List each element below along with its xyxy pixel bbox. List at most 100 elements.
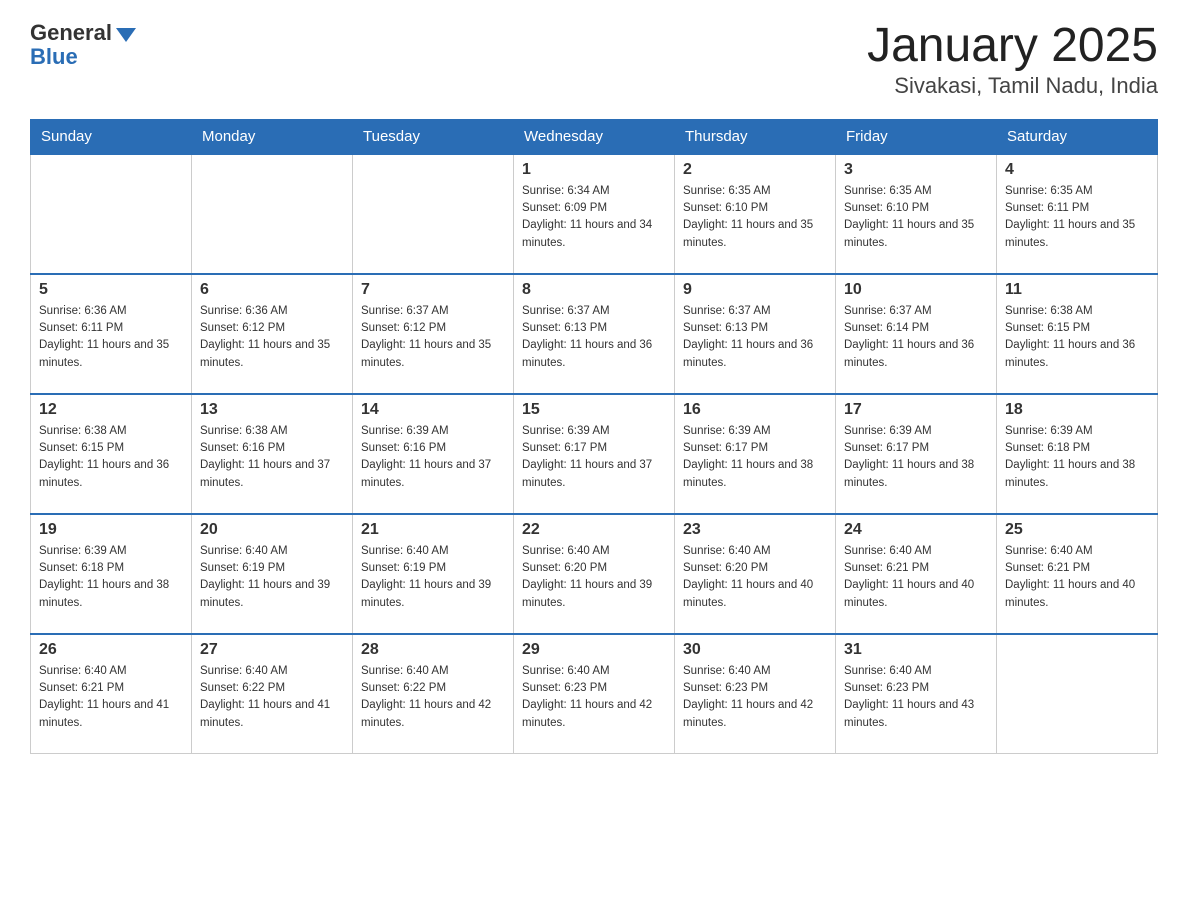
day-info: Sunrise: 6:40 AMSunset: 6:20 PMDaylight:…: [683, 543, 827, 612]
day-header-thursday: Thursday: [675, 119, 836, 154]
calendar-cell: 15 Sunrise: 6:39 AMSunset: 6:17 PMDayligh…: [514, 394, 675, 514]
calendar-cell: 18Sunrise: 6:39 AMSunset: 6:18 PMDayligh…: [997, 394, 1158, 514]
day-number: 15: [522, 401, 666, 419]
calendar-subtitle: Sivakasi, Tamil Nadu, India: [867, 73, 1158, 99]
calendar-cell: 2 Sunrise: 6:35 AMSunset: 6:10 PMDaylight…: [675, 154, 836, 274]
calendar-title: January 2025: [867, 20, 1158, 73]
day-number: 5: [39, 281, 183, 299]
day-info: Sunrise: 6:40 AMSunset: 6:23 PMDaylight:…: [683, 663, 827, 732]
day-info: Sunrise: 6:36 AMSunset: 6:11 PMDaylight:…: [39, 303, 183, 372]
calendar-cell: [997, 634, 1158, 754]
day-info: Sunrise: 6:34 AMSunset: 6:09 PMDaylight:…: [522, 183, 666, 252]
day-info: Sunrise: 6:40 AMSunset: 6:21 PMDaylight:…: [1005, 543, 1149, 612]
calendar-cell: 26Sunrise: 6:40 AMSunset: 6:21 PMDayligh…: [31, 634, 192, 754]
calendar-cell: 11Sunrise: 6:38 AMSunset: 6:15 PMDayligh…: [997, 274, 1158, 394]
calendar-cell: 24 Sunrise: 6:40 AMSunset: 6:21 PMDayligh…: [836, 514, 997, 634]
day-info: Sunrise: 6:39 AMSunset: 6:18 PMDaylight:…: [1005, 423, 1149, 492]
calendar-cell: 28 Sunrise: 6:40 AMSunset: 6:22 PMDayligh…: [353, 634, 514, 754]
calendar-cell: 9 Sunrise: 6:37 AMSunset: 6:13 PMDaylight…: [675, 274, 836, 394]
day-number: 28: [361, 641, 505, 659]
day-info: Sunrise: 6:36 AMSunset: 6:12 PMDaylight:…: [200, 303, 344, 372]
day-info: Sunrise: 6:35 AMSunset: 6:10 PMDaylight:…: [844, 183, 988, 252]
day-info: Sunrise: 6:40 AMSunset: 6:23 PMDaylight:…: [844, 663, 988, 732]
day-info: Sunrise: 6:40 AMSunset: 6:23 PMDaylight:…: [522, 663, 666, 732]
day-number: 17: [844, 401, 988, 419]
calendar-cell: [353, 154, 514, 274]
calendar-cell: 19 Sunrise: 6:39 AMSunset: 6:18 PMDayligh…: [31, 514, 192, 634]
calendar-cell: 30 Sunrise: 6:40 AMSunset: 6:23 PMDayligh…: [675, 634, 836, 754]
logo-arrow-icon: [116, 28, 136, 42]
day-number: 19: [39, 521, 183, 539]
calendar-cell: 7 Sunrise: 6:37 AMSunset: 6:12 PMDaylight…: [353, 274, 514, 394]
calendar-cell: 6 Sunrise: 6:36 AMSunset: 6:12 PMDaylight…: [192, 274, 353, 394]
day-info: Sunrise: 6:38 AMSunset: 6:15 PMDaylight:…: [39, 423, 183, 492]
day-info: Sunrise: 6:35 AMSunset: 6:10 PMDaylight:…: [683, 183, 827, 252]
calendar-cell: 23 Sunrise: 6:40 AMSunset: 6:20 PMDayligh…: [675, 514, 836, 634]
day-number: 11: [1005, 281, 1149, 299]
day-number: 29: [522, 641, 666, 659]
calendar-cell: 25 Sunrise: 6:40 AMSunset: 6:21 PMDayligh…: [997, 514, 1158, 634]
calendar-cell: 4Sunrise: 6:35 AMSunset: 6:11 PMDaylight…: [997, 154, 1158, 274]
day-number: 6: [200, 281, 344, 299]
day-info: Sunrise: 6:38 AMSunset: 6:16 PMDaylight:…: [200, 423, 344, 492]
calendar-cell: 5 Sunrise: 6:36 AMSunset: 6:11 PMDaylight…: [31, 274, 192, 394]
day-number: 23: [683, 521, 827, 539]
day-info: Sunrise: 6:37 AMSunset: 6:14 PMDaylight:…: [844, 303, 988, 372]
calendar-cell: 13 Sunrise: 6:38 AMSunset: 6:16 PMDayligh…: [192, 394, 353, 514]
day-number: 25: [1005, 521, 1149, 539]
day-number: 3: [844, 161, 988, 179]
day-info: Sunrise: 6:37 AMSunset: 6:12 PMDaylight:…: [361, 303, 505, 372]
day-info: Sunrise: 6:39 AMSunset: 6:17 PMDaylight:…: [522, 423, 666, 492]
calendar-cell: 21Sunrise: 6:40 AMSunset: 6:19 PMDayligh…: [353, 514, 514, 634]
day-info: Sunrise: 6:37 AMSunset: 6:13 PMDaylight:…: [683, 303, 827, 372]
day-number: 13: [200, 401, 344, 419]
calendar-body: 1 Sunrise: 6:34 AMSunset: 6:09 PMDaylight…: [31, 154, 1158, 754]
day-header-saturday: Saturday: [997, 119, 1158, 154]
calendar-cell: 12Sunrise: 6:38 AMSunset: 6:15 PMDayligh…: [31, 394, 192, 514]
calendar-cell: 16Sunrise: 6:39 AMSunset: 6:17 PMDayligh…: [675, 394, 836, 514]
day-number: 14: [361, 401, 505, 419]
day-info: Sunrise: 6:40 AMSunset: 6:22 PMDaylight:…: [200, 663, 344, 732]
calendar-cell: [31, 154, 192, 274]
logo-general-text: General: [30, 20, 112, 46]
calendar-cell: 10 Sunrise: 6:37 AMSunset: 6:14 PMDayligh…: [836, 274, 997, 394]
day-number: 20: [200, 521, 344, 539]
calendar-week-5: 26Sunrise: 6:40 AMSunset: 6:21 PMDayligh…: [31, 634, 1158, 754]
day-info: Sunrise: 6:39 AMSunset: 6:18 PMDaylight:…: [39, 543, 183, 612]
day-header-friday: Friday: [836, 119, 997, 154]
calendar-cell: 31 Sunrise: 6:40 AMSunset: 6:23 PMDayligh…: [836, 634, 997, 754]
day-info: Sunrise: 6:40 AMSunset: 6:22 PMDaylight:…: [361, 663, 505, 732]
day-number: 9: [683, 281, 827, 299]
calendar-cell: 22Sunrise: 6:40 AMSunset: 6:20 PMDayligh…: [514, 514, 675, 634]
page-header: General Blue January 2025 Sivakasi, Tami…: [30, 20, 1158, 99]
day-number: 27: [200, 641, 344, 659]
day-number: 2: [683, 161, 827, 179]
calendar-cell: 29 Sunrise: 6:40 AMSunset: 6:23 PMDayligh…: [514, 634, 675, 754]
day-number: 7: [361, 281, 505, 299]
calendar-header: SundayMondayTuesdayWednesdayThursdayFrid…: [31, 119, 1158, 154]
calendar-week-3: 12Sunrise: 6:38 AMSunset: 6:15 PMDayligh…: [31, 394, 1158, 514]
day-number: 21: [361, 521, 505, 539]
day-number: 1: [522, 161, 666, 179]
day-number: 10: [844, 281, 988, 299]
calendar-week-1: 1 Sunrise: 6:34 AMSunset: 6:09 PMDaylight…: [31, 154, 1158, 274]
calendar-week-4: 19 Sunrise: 6:39 AMSunset: 6:18 PMDayligh…: [31, 514, 1158, 634]
day-header-tuesday: Tuesday: [353, 119, 514, 154]
day-info: Sunrise: 6:39 AMSunset: 6:17 PMDaylight:…: [844, 423, 988, 492]
day-number: 30: [683, 641, 827, 659]
calendar-cell: 27 Sunrise: 6:40 AMSunset: 6:22 PMDayligh…: [192, 634, 353, 754]
day-info: Sunrise: 6:39 AMSunset: 6:17 PMDaylight:…: [683, 423, 827, 492]
day-info: Sunrise: 6:39 AMSunset: 6:16 PMDaylight:…: [361, 423, 505, 492]
day-info: Sunrise: 6:40 AMSunset: 6:21 PMDaylight:…: [844, 543, 988, 612]
day-header-wednesday: Wednesday: [514, 119, 675, 154]
calendar-cell: 14 Sunrise: 6:39 AMSunset: 6:16 PMDayligh…: [353, 394, 514, 514]
day-number: 22: [522, 521, 666, 539]
calendar-cell: 20Sunrise: 6:40 AMSunset: 6:19 PMDayligh…: [192, 514, 353, 634]
calendar-table: SundayMondayTuesdayWednesdayThursdayFrid…: [30, 119, 1158, 755]
logo: General Blue: [30, 20, 136, 70]
day-number: 24: [844, 521, 988, 539]
day-number: 31: [844, 641, 988, 659]
day-number: 8: [522, 281, 666, 299]
day-info: Sunrise: 6:40 AMSunset: 6:21 PMDaylight:…: [39, 663, 183, 732]
calendar-cell: [192, 154, 353, 274]
